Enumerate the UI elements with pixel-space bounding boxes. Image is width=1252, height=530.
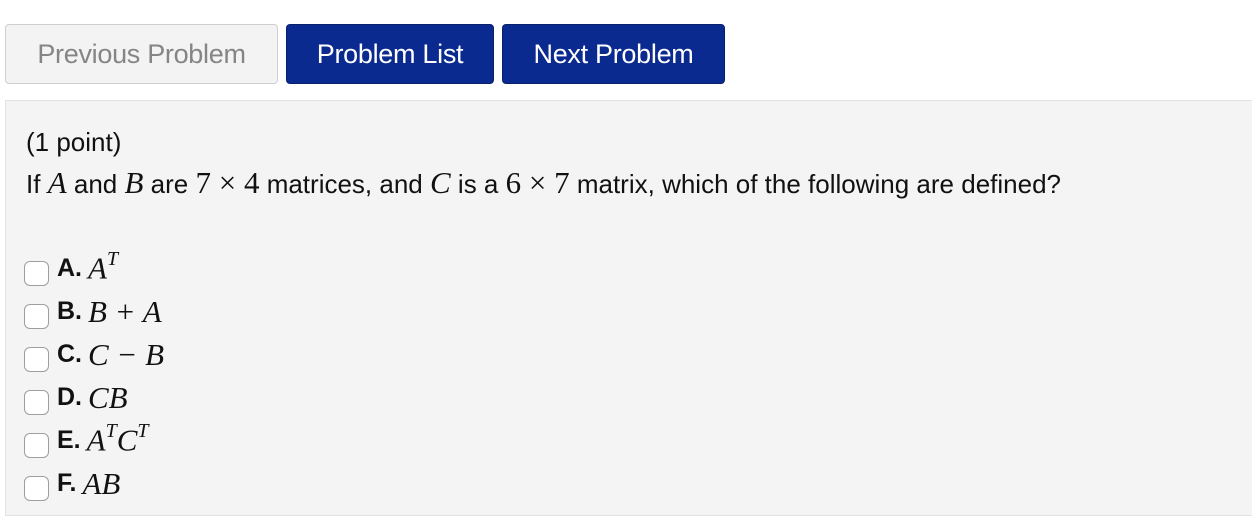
option-letter: F.	[57, 469, 77, 497]
times-symbol-1: ×	[218, 165, 237, 200]
option-a-checkbox[interactable]	[24, 261, 49, 286]
option-a: A. AT	[24, 247, 164, 290]
matrix-c-symbol: C	[430, 165, 451, 200]
option-letter: A.	[57, 254, 82, 282]
option-expression: B + A	[88, 293, 162, 329]
option-expression: CB	[88, 379, 128, 415]
question-and: and	[73, 169, 118, 199]
option-f-checkbox[interactable]	[24, 476, 49, 501]
question-are: are	[150, 169, 189, 199]
problem-points: (1 point)	[26, 127, 122, 157]
problem-navigation: Previous Problem Problem List Next Probl…	[5, 24, 725, 84]
option-expression: C − B	[88, 336, 165, 372]
option-letter: B.	[57, 297, 82, 325]
problem-panel: (1 point) If A and B are 7 × 4 matrices,…	[5, 100, 1252, 516]
option-e: E. ATCT	[24, 419, 164, 462]
matrix-a-symbol: A	[47, 165, 67, 200]
answer-options: A. AT B. B + A C. C − B D. CB E. ATCT F.…	[24, 247, 164, 505]
option-e-checkbox[interactable]	[24, 433, 49, 458]
option-expression: AB	[82, 465, 121, 501]
dim1-cols: 4	[243, 165, 260, 200]
option-c-checkbox[interactable]	[24, 347, 49, 372]
dim2-cols: 7	[554, 165, 570, 200]
question-isa: is a	[457, 169, 499, 199]
option-d-checkbox[interactable]	[24, 390, 49, 415]
dim2-rows: 6	[505, 165, 522, 200]
problem-question: If A and B are 7 × 4 matrices, and C is …	[26, 165, 1061, 201]
option-letter: D.	[57, 383, 82, 411]
option-f: F. AB	[24, 462, 164, 505]
times-symbol-2: ×	[528, 165, 547, 200]
option-expression: AT	[88, 248, 119, 286]
option-d: D. CB	[24, 376, 164, 419]
option-letter: E.	[57, 426, 81, 454]
question-mid: matrices, and	[266, 169, 423, 199]
question-suffix: matrix, which of the following are defin…	[576, 169, 1061, 199]
question-prefix: If	[26, 169, 41, 199]
dim1-rows: 7	[195, 165, 211, 200]
previous-problem-button[interactable]: Previous Problem	[5, 24, 278, 84]
option-b: B. B + A	[24, 290, 164, 333]
times-sign	[211, 165, 219, 200]
problem-list-button[interactable]: Problem List	[286, 24, 494, 84]
option-c: C. C − B	[24, 333, 164, 376]
option-expression: ATCT	[86, 420, 149, 458]
matrix-b-symbol: B	[124, 165, 144, 200]
option-letter: C.	[57, 340, 82, 368]
option-b-checkbox[interactable]	[24, 304, 49, 329]
next-problem-button[interactable]: Next Problem	[502, 24, 725, 84]
